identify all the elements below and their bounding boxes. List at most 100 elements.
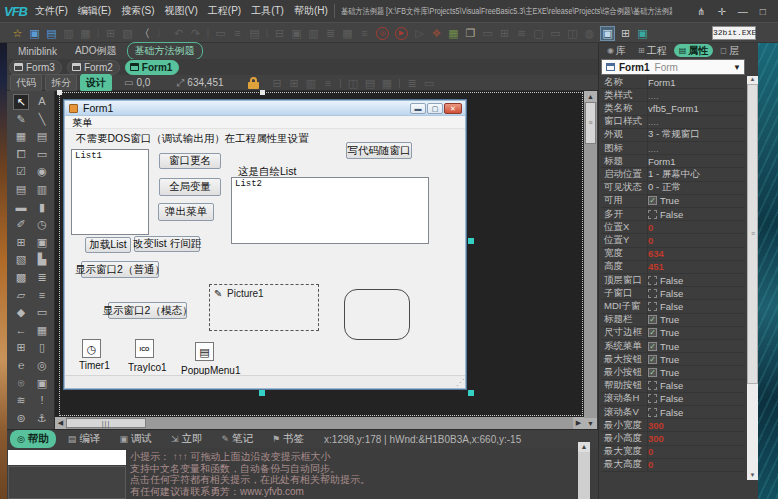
load-list-button[interactable]: 加载List [85,237,131,253]
property-row[interactable]: 类样式.... [601,89,745,102]
help-scrollbar[interactable]: ▲ [578,442,590,499]
designer-horizontal-scrollbar[interactable]: ◀ ||| ▶ [55,417,584,429]
panel-tab-工程[interactable]: ⊞工程 [633,44,672,57]
bottom-tab-编译[interactable]: ▤编译 [61,430,108,448]
property-row[interactable]: 位置X0 [601,221,745,234]
property-row[interactable]: 滚动条HFalse [601,393,745,406]
form-maximize-button[interactable]: ▢ [427,103,443,114]
toolbox-control-icon[interactable]: ◉ [34,164,50,180]
mode-design-button[interactable]: 设计 [80,74,112,92]
toolbox-control-icon[interactable]: A [34,94,50,110]
rename-window-button[interactable]: 窗口更名 [159,153,221,169]
toolbox-control-icon[interactable]: ▙ [34,252,50,268]
undo-icon[interactable]: ↶ [170,24,187,42]
checkbox-unchecked-icon[interactable] [648,408,657,417]
property-row[interactable]: 类名称vfb5_Form1 [601,102,745,115]
toolbox-control-icon[interactable]: ▭ [34,147,50,163]
teal-window-icon[interactable]: ▣ [634,24,651,42]
toolbox-control-icon[interactable]: ▣ [34,376,50,392]
property-row[interactable]: 高度451 [601,261,745,274]
checkbox-unchecked-icon[interactable] [648,276,657,285]
menu-item[interactable]: 搜索(S) [116,4,159,18]
toolbox-control-icon[interactable]: ▱ [13,288,29,304]
checkbox-unchecked-icon[interactable] [648,394,657,403]
property-row[interactable]: 标题Form1 [601,155,745,168]
project-tab[interactable]: ADO例题 [67,42,125,60]
scroll-thumb[interactable]: ||| [66,418,146,428]
form-designer-canvas[interactable]: Form1 ▬ ▢ ✕ 菜单 不需要DOS窗口（调试输出用）在工程属性里设置 L… [55,91,584,417]
property-row[interactable]: 帮助按钮False [601,380,745,393]
form-minimize-button[interactable]: ▬ [410,103,426,114]
checkbox-unchecked-icon[interactable] [648,381,657,390]
bottom-tab-帮助[interactable]: ◎帮助 [10,430,56,448]
save-all-icon[interactable]: ▦ [77,24,94,42]
designer-vertical-scrollbar[interactable]: ▲ ≡ ▼ [584,91,597,429]
checkbox-checked-icon[interactable]: ✓ [648,368,657,377]
toolbox-control-icon[interactable]: ≡ [34,288,50,304]
property-row[interactable]: 标题栏✓True [601,314,745,327]
toolbox-control-icon[interactable]: ▣ [34,235,50,251]
toolbox-control-icon[interactable]: ▦ [34,323,50,339]
form-resize-grip[interactable]: ⋰ [456,378,464,387]
lock-icon[interactable] [248,77,259,89]
show-window2-normal-button[interactable]: 显示窗口2（普通） [81,261,159,278]
resize-handle[interactable] [260,90,265,95]
project-tab[interactable]: 基础方法例题 [127,42,203,60]
toolbox-control-icon[interactable]: ↖ [13,94,29,110]
bottom-tab-书签[interactable]: ⚑书签 [265,430,311,448]
toolbox-control-icon[interactable]: ◆ [13,305,29,321]
checkbox-checked-icon[interactable]: ✓ [648,328,657,337]
checkbox-unchecked-icon[interactable] [648,289,657,298]
toolbox-control-icon[interactable]: ╲ [34,112,50,128]
property-row[interactable]: 子窗口False [601,287,745,300]
toolbox-control-icon[interactable]: ▮ [34,200,50,216]
menu-item[interactable]: 工程(P) [203,4,246,18]
tool-icon[interactable]: ▦ [339,24,356,42]
new-file-icon[interactable]: ▣ [26,24,43,42]
toolbox-control-icon[interactable]: ⧠ [13,147,29,163]
chat-icon[interactable]: ◍ [581,24,598,42]
listbox-list2[interactable]: List2 [231,177,429,244]
toolbox-control-icon[interactable]: ◷ [34,217,50,233]
property-row[interactable]: 名称Form1 [601,76,745,89]
scroll-up-arrow[interactable]: ▲ [584,91,597,102]
toolbox-control-icon[interactable]: ▭ [34,305,50,321]
timer-control[interactable]: ◷ [82,339,101,358]
toolbox-control-icon[interactable]: ✐ [13,217,29,233]
minimize-icon[interactable]: — [738,6,748,17]
toolbox-control-icon[interactable]: ⊞ [13,340,29,356]
panel-tab-库[interactable]: ◉库 [602,44,631,57]
scroll-thumb[interactable]: ≡ [747,84,758,384]
trayicon-control[interactable]: ICO [135,339,154,358]
tool-icon[interactable]: ▭ [212,24,229,42]
toolbox-control-icon[interactable]: ▦ [13,129,29,145]
tool-icon[interactable]: ⊞ [496,24,513,42]
menu-item[interactable]: 视图(V) [159,4,202,18]
resize-handle[interactable] [259,390,265,396]
forward-icon[interactable]: 〉 [153,24,170,42]
picture-box[interactable]: ✎ Picture1 [209,284,319,331]
toolbox-control-icon[interactable]: ⊞ [13,235,29,251]
mode-split-button[interactable]: 拆分 [45,74,77,92]
properties-scrollbar[interactable]: ▲ ≡ ▼ [747,76,758,480]
property-row[interactable]: 图标.... [601,142,745,155]
designed-form-window[interactable]: Form1 ▬ ▢ ✕ 菜单 不需要DOS窗口（调试输出用）在工程属性里设置 L… [63,99,467,390]
scroll-down-arrow[interactable]: ▼ [584,418,597,429]
resize-handle[interactable] [468,390,474,396]
maximize-icon[interactable]: □ [760,6,766,17]
property-row[interactable]: 窗口样式.... [601,116,745,129]
property-row[interactable]: 多开False [601,208,745,221]
tool-icon[interactable]: ▭ [547,24,564,42]
copy-icon[interactable]: ⊞ [102,24,119,42]
property-row[interactable]: 最大宽度0 [601,446,745,459]
tool-icon[interactable]: ≡ [356,24,373,42]
form-tab[interactable]: Form2 [67,60,120,75]
property-row[interactable]: 尺寸边框✓True [601,327,745,340]
panel-tab-属性[interactable]: ▤属性 [674,44,714,57]
compile-run-icon[interactable]: ◎ [376,27,389,40]
toolbox-control-icon[interactable]: ⌾ [13,376,29,392]
toolbox-control-icon[interactable]: ≣ [34,270,50,286]
scroll-up-arrow[interactable]: ▲ [747,76,758,82]
object-selector-dropdown[interactable]: Form1 Form ▼ [601,59,745,75]
checkbox-checked-icon[interactable]: ✓ [648,315,657,324]
